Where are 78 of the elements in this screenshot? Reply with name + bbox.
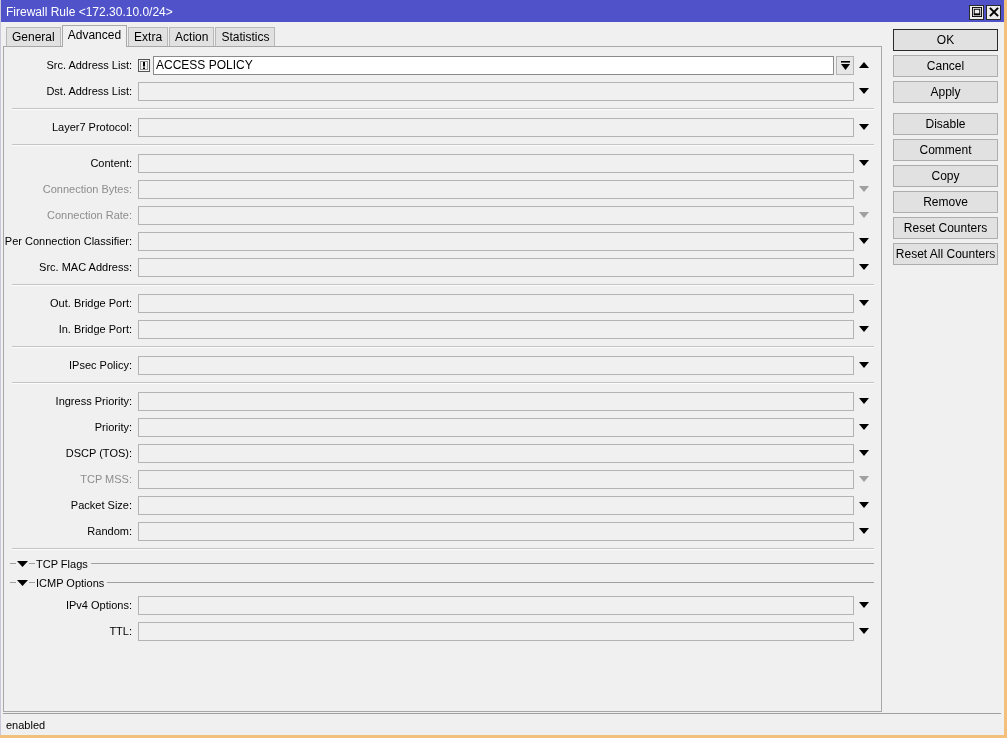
field-label: Ingress Priority: (54, 395, 132, 407)
field-label: TCP MSS: (79, 473, 132, 485)
input-field[interactable] (138, 521, 854, 541)
tab[interactable]: Statistics (215, 27, 276, 46)
caret-down-icon[interactable] (859, 502, 869, 508)
restore-icon (971, 7, 982, 17)
field-label: Per Connection Classifier: (4, 235, 132, 247)
field-label: Src. MAC Address: (38, 261, 132, 273)
field-label: Random: (86, 525, 132, 537)
field-label: TTL: (108, 625, 132, 637)
caret-down-icon (17, 579, 28, 586)
field-label: Src. Address List: (45, 59, 132, 71)
caret-down-icon[interactable] (859, 424, 869, 430)
action-button[interactable]: Apply (893, 81, 998, 103)
window-title: Firewall Rule <172.30.10.0/24> (6, 5, 173, 19)
caret-down-icon[interactable] (859, 88, 869, 94)
caret-down-icon[interactable] (859, 602, 869, 608)
section-toggle[interactable]: ICMP Options (16, 576, 105, 589)
field-label: Content: (89, 157, 132, 169)
input-field[interactable] (138, 257, 854, 277)
action-button[interactable]: Reset All Counters (893, 243, 998, 265)
dropdown-button[interactable] (836, 55, 854, 75)
caret-down-icon[interactable] (859, 362, 869, 368)
input-field[interactable] (138, 153, 854, 173)
field-label: Connection Bytes: (41, 183, 132, 195)
close-button[interactable] (986, 4, 1001, 20)
action-button[interactable]: Copy (893, 165, 998, 187)
input-field[interactable] (138, 355, 854, 375)
input-field[interactable] (138, 595, 854, 615)
input-field[interactable]: ACCESS POLICY (153, 55, 834, 75)
action-button[interactable]: Comment (893, 139, 998, 161)
field-label: Layer7 Protocol: (50, 121, 132, 133)
field-label: Packet Size: (69, 499, 132, 511)
restore-button[interactable] (969, 4, 984, 20)
caret-up-icon[interactable] (859, 62, 869, 68)
action-button[interactable]: Cancel (893, 55, 998, 77)
input-field[interactable] (138, 117, 854, 137)
input-field[interactable] (138, 319, 854, 339)
caret-down-icon[interactable] (859, 628, 869, 634)
caret-down-icon[interactable] (859, 326, 869, 332)
tab[interactable]: Action (169, 27, 215, 46)
caret-down-icon[interactable] (859, 238, 869, 244)
caret-down-icon[interactable] (859, 300, 869, 306)
action-button[interactable]: Disable (893, 113, 998, 135)
tab[interactable]: Extra (128, 27, 169, 46)
tab[interactable]: General (6, 27, 61, 46)
close-icon (988, 7, 999, 17)
input-field[interactable] (138, 391, 854, 411)
caret-down-icon[interactable] (859, 398, 869, 404)
bar-down-arrow-icon (840, 60, 850, 70)
field-label: DSCP (TOS): (64, 447, 132, 459)
input-field[interactable] (138, 417, 854, 437)
action-button[interactable]: OK (893, 29, 998, 51)
status-text: enabled (6, 718, 46, 731)
field-label: Priority: (93, 421, 132, 433)
input-field[interactable] (138, 495, 854, 515)
field-label: In. Bridge Port: (57, 323, 132, 335)
input-field[interactable] (138, 81, 854, 101)
caret-down-icon[interactable] (859, 160, 869, 166)
section-toggle[interactable]: TCP Flags (16, 557, 88, 570)
caret-down-icon[interactable] (859, 528, 869, 534)
action-button[interactable]: Reset Counters (893, 217, 998, 239)
caret-down-icon[interactable] (859, 264, 869, 270)
field-label: Dst. Address List: (45, 85, 132, 97)
action-button[interactable]: Remove (893, 191, 998, 213)
field-label: Connection Rate: (46, 209, 132, 221)
input-field[interactable] (138, 443, 854, 463)
field-label: IPsec Policy: (68, 359, 132, 371)
input-field[interactable] (138, 621, 854, 641)
input-field[interactable] (138, 231, 854, 251)
tab[interactable]: Advanced (61, 25, 128, 47)
caret-down-icon[interactable] (859, 124, 869, 130)
caret-down-icon (17, 560, 28, 567)
input-field[interactable] (138, 293, 854, 313)
field-label: Out. Bridge Port: (49, 297, 132, 309)
exclamation-box-icon[interactable] (138, 58, 150, 72)
field-label: IPv4 Options: (64, 599, 132, 611)
caret-down-icon[interactable] (859, 450, 869, 456)
